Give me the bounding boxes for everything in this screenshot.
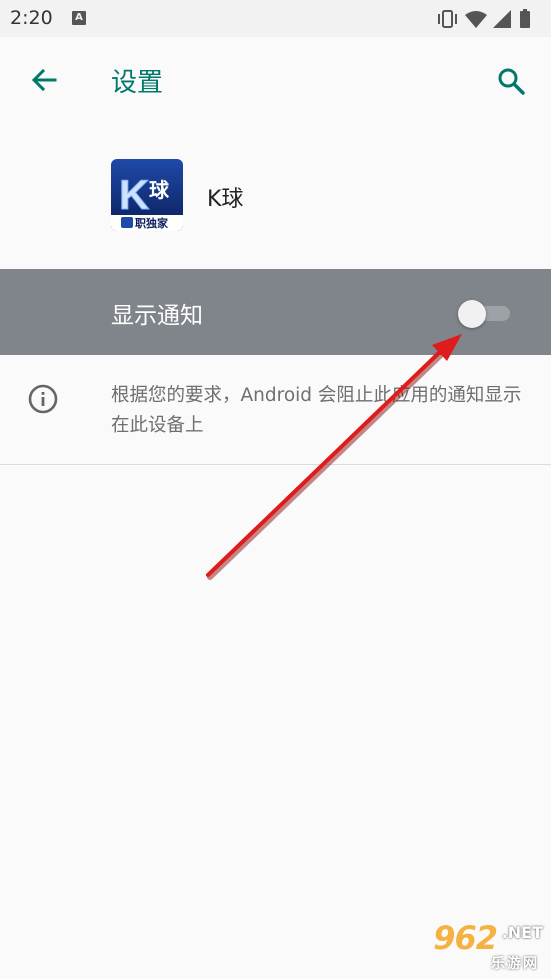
watermark-main: 962 (433, 919, 498, 957)
info-text: 根据您的要求，Android 会阻止此应用的通知显示在此设备上 (111, 385, 522, 436)
notification-a-icon: A (72, 11, 86, 25)
page-title: 设置 (111, 68, 164, 98)
watermark-logo: 962 .NET 乐游网 (413, 919, 543, 972)
show-notifications-switch[interactable] (458, 300, 512, 328)
vibrate-icon (438, 10, 457, 28)
app-icon-caption: 职独家 (135, 216, 169, 230)
app-name: K球 (207, 187, 244, 212)
status-time: 2:20 (10, 7, 53, 29)
signal-icon (493, 10, 511, 28)
app-icon: K 球 职独家 (111, 159, 183, 231)
app-icon-letter: K (119, 171, 149, 218)
watermark-net: .NET (501, 923, 543, 942)
search-icon (498, 68, 525, 95)
status-icons (438, 9, 530, 28)
search-button[interactable] (491, 61, 531, 101)
watermark-sub: 乐游网 (491, 956, 539, 972)
app-header: K 球 职独家 K球 (0, 123, 551, 269)
wifi-icon (465, 11, 487, 28)
battery-icon (520, 9, 530, 28)
info-row: 根据您的要求，Android 会阻止此应用的通知显示在此设备上 (0, 355, 551, 465)
switch-thumb (458, 300, 486, 328)
app-icon-glyph: 球 (149, 178, 170, 202)
arrow-back-icon (31, 68, 57, 92)
info-icon (28, 384, 58, 414)
show-notifications-label: 显示通知 (111, 303, 203, 329)
app-bar: 设置 (0, 37, 551, 123)
back-button[interactable] (24, 61, 64, 101)
status-bar: 2:20 A (0, 0, 551, 37)
show-notifications-row[interactable]: 显示通知 (0, 269, 551, 355)
